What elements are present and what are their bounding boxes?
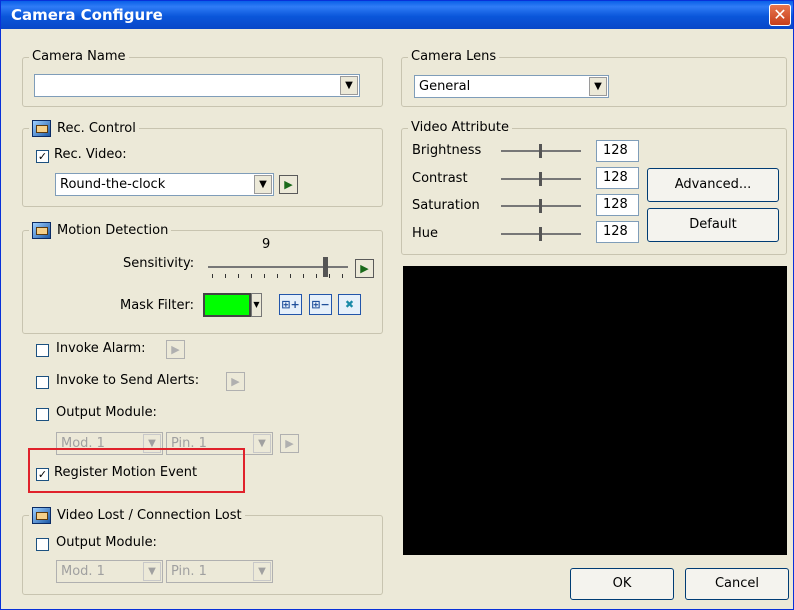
output-module-play-button[interactable]: ▶	[280, 434, 299, 453]
cancel-button[interactable]: Cancel	[685, 568, 789, 600]
contrast-slider[interactable]	[501, 172, 581, 186]
saturation-slider[interactable]	[501, 199, 581, 213]
brightness-value[interactable]: 128	[596, 140, 639, 162]
sensitivity-label: Sensitivity:	[123, 256, 195, 271]
sensitivity-value: 9	[262, 237, 271, 252]
rec-schedule-value: Round-the-clock	[60, 177, 166, 192]
rec-control-label: Rec. Control	[57, 121, 136, 136]
brightness-label: Brightness	[412, 143, 482, 158]
video-lost-group: Video Lost / Connection Lost	[22, 507, 383, 595]
hue-value[interactable]: 128	[596, 221, 639, 243]
motion-detection-label: Motion Detection	[57, 223, 169, 238]
mask-add-icon[interactable]: ⊞+	[279, 294, 302, 315]
invoke-alarm-play-button[interactable]: ▶	[166, 340, 185, 359]
chevron-down-icon[interactable]: ▼	[143, 562, 161, 581]
camera-lens-dropdown[interactable]: General ▼	[414, 75, 609, 98]
contrast-label: Contrast	[412, 171, 468, 186]
hue-slider[interactable]	[501, 227, 581, 241]
chevron-down-icon[interactable]: ▼	[254, 175, 272, 194]
saturation-label: Saturation	[412, 198, 480, 213]
ok-button[interactable]: OK	[570, 568, 674, 600]
video-lost-pin-dropdown[interactable]: Pin. 1 ▼	[166, 560, 273, 583]
camera-lens-label: Camera Lens	[408, 49, 500, 65]
highlight-box	[28, 448, 245, 493]
mask-remove-icon[interactable]: ⊞−	[309, 294, 332, 315]
hue-label: Hue	[412, 226, 439, 241]
video-lost-label: Video Lost / Connection Lost	[57, 508, 242, 523]
camera-configure-dialog: Camera Configure ✕ Camera Name ▼ Rec. Co…	[0, 0, 794, 610]
video-lost-module-dropdown[interactable]: Mod. 1 ▼	[56, 560, 163, 583]
invoke-alarm-checkbox[interactable]	[36, 344, 49, 357]
chevron-down-icon[interactable]: ▼	[253, 434, 271, 453]
camera-name-dropdown[interactable]: ▼	[34, 74, 360, 97]
sensitivity-play-button[interactable]: ▶	[355, 259, 374, 278]
sensitivity-slider[interactable]	[208, 256, 348, 286]
advanced-button[interactable]: Advanced...	[647, 168, 779, 202]
video-lost-module-value: Mod. 1	[61, 564, 105, 579]
chevron-down-icon[interactable]: ▼	[340, 76, 358, 95]
slider-ticks	[212, 274, 344, 278]
chevron-down-icon[interactable]: ▼	[253, 562, 271, 581]
close-button[interactable]: ✕	[769, 4, 791, 26]
video-lost-output-label: Output Module:	[56, 535, 157, 550]
video-preview	[403, 266, 787, 555]
camera-lens-value: General	[419, 79, 471, 94]
title-bar: Camera Configure ✕	[1, 1, 793, 29]
invoke-alarm-label: Invoke Alarm:	[56, 341, 146, 356]
hand-icon	[32, 120, 51, 137]
brightness-slider[interactable]	[501, 144, 581, 158]
invoke-alerts-label: Invoke to Send Alerts:	[56, 373, 200, 388]
contrast-value[interactable]: 128	[596, 167, 639, 189]
mask-color-swatch[interactable]	[203, 293, 251, 317]
default-button[interactable]: Default	[647, 208, 779, 242]
hand-icon	[32, 507, 51, 524]
video-attribute-label: Video Attribute	[408, 120, 512, 136]
saturation-value[interactable]: 128	[596, 194, 639, 216]
rec-schedule-dropdown[interactable]: Round-the-clock ▼	[55, 173, 274, 196]
chevron-down-icon[interactable]: ▼	[589, 77, 607, 96]
video-lost-output-checkbox[interactable]	[36, 538, 49, 551]
mask-clear-icon[interactable]: ✖	[338, 294, 361, 315]
invoke-alerts-play-button[interactable]: ▶	[226, 372, 245, 391]
rec-video-label: Rec. Video:	[54, 147, 127, 162]
video-lost-pin-value: Pin. 1	[171, 564, 207, 579]
rec-schedule-play-button[interactable]: ▶	[279, 175, 298, 194]
output-module-checkbox[interactable]	[36, 408, 49, 421]
mask-color-dropdown[interactable]: ▼	[251, 293, 262, 317]
invoke-alerts-checkbox[interactable]	[36, 376, 49, 389]
camera-name-label: Camera Name	[29, 49, 129, 65]
window-title: Camera Configure	[11, 6, 163, 24]
rec-video-checkbox[interactable]: ✓	[36, 150, 49, 163]
output-module-label: Output Module:	[56, 405, 157, 420]
mask-filter-label: Mask Filter:	[120, 298, 194, 313]
hand-icon	[32, 222, 51, 239]
